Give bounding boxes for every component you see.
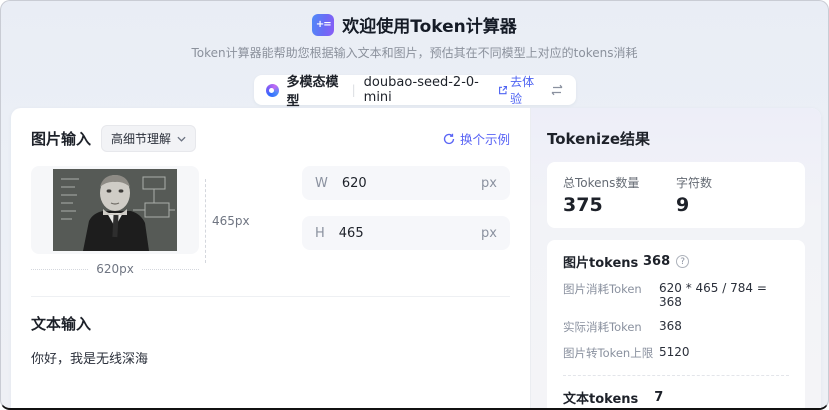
width-dimension: 620px xyxy=(31,262,199,276)
char-count-label: 字符数 xyxy=(676,176,713,190)
image-preview-wrap: 620px xyxy=(31,166,199,276)
char-count-value: 9 xyxy=(676,194,690,216)
width-dimension-label: 620px xyxy=(96,262,134,276)
height-input[interactable]: H 465 px xyxy=(302,216,510,250)
width-unit: px xyxy=(481,175,497,191)
height-input-value: 465 xyxy=(338,225,364,241)
total-tokens-label: 总Tokens数量 xyxy=(563,176,640,190)
text-tokens-label: 文本tokens xyxy=(563,392,639,407)
image-tokens-label: 图片tokens xyxy=(563,256,639,271)
image-tokens-value: 368 xyxy=(643,254,671,269)
model-selector-bar[interactable]: 多模态模型 | doubao-seed-2-0-mini 去体验 xyxy=(253,73,576,109)
text-input-title: 文本输入 xyxy=(31,315,92,333)
detail-row: 图片消耗Token 620 * 465 / 784 = 368 xyxy=(563,281,767,309)
detail-row: 实际消耗Token 368 xyxy=(563,319,682,334)
text-input-area[interactable]: 你好，我是无线深海 xyxy=(31,348,510,367)
external-link-icon xyxy=(498,85,507,94)
image-input-title: 图片输入 xyxy=(31,130,92,148)
height-unit: px xyxy=(481,225,497,241)
width-input[interactable]: W 620 px xyxy=(302,166,510,200)
divider: | xyxy=(351,83,356,97)
dashed-divider xyxy=(563,375,789,376)
result-title: Tokenize结果 xyxy=(547,130,651,148)
section-divider xyxy=(31,296,510,297)
text-tokens-value: 7 xyxy=(654,390,664,405)
main-card: 图片输入 高细节理解 换个示例 620px 465px W 620 px H 4… xyxy=(11,108,821,408)
page-title: 欢迎使用Token计算器 xyxy=(342,17,517,37)
height-dimension: 465px xyxy=(205,166,254,276)
tokenize-result-panel: Tokenize结果 总Tokens数量 375 字符数 9 图片tokens … xyxy=(530,108,821,408)
detail-card: 图片tokens 368 ? 图片消耗Token 620 * 465 / 784… xyxy=(547,240,805,408)
page-subtitle: Token计算器能帮助您根据输入文本和图片，预估其在不同模型上对应的tokens… xyxy=(191,46,638,60)
model-name: doubao-seed-2-0-mini xyxy=(363,75,479,105)
detail-mode-value: 高细节理解 xyxy=(111,132,172,146)
page-header: += 欢迎使用Token计算器 xyxy=(1,1,828,37)
try-model-link[interactable]: 去体验 xyxy=(498,73,542,107)
totals-card: 总Tokens数量 375 字符数 9 xyxy=(547,162,805,228)
input-panel: 图片输入 高细节理解 换个示例 620px 465px W 620 px H 4… xyxy=(11,108,530,408)
refresh-icon xyxy=(443,133,455,144)
calculator-chat-icon: += xyxy=(312,13,335,36)
total-tokens-value: 375 xyxy=(563,194,603,216)
height-dimension-label: 465px xyxy=(212,214,250,228)
detail-row: 图片转Token上限 5120 xyxy=(563,345,690,360)
change-example-link[interactable]: 换个示例 xyxy=(443,129,510,148)
image-preview[interactable] xyxy=(31,166,199,254)
chevron-down-icon xyxy=(177,136,186,142)
help-icon[interactable]: ? xyxy=(676,255,690,268)
token-calculator-app: += 欢迎使用Token计算器 Token计算器能帮助您根据输入文本和图片，预估… xyxy=(0,0,829,410)
model-category-label: 多模态模型 xyxy=(286,75,339,109)
width-input-label: W xyxy=(315,175,328,191)
width-input-value: 620 xyxy=(341,175,367,191)
detail-mode-dropdown[interactable]: 高细节理解 xyxy=(101,125,197,152)
doubao-logo-icon xyxy=(265,83,279,97)
swap-model-icon[interactable] xyxy=(550,84,564,96)
shannon-photo xyxy=(53,169,177,251)
height-input-label: H xyxy=(315,225,325,241)
